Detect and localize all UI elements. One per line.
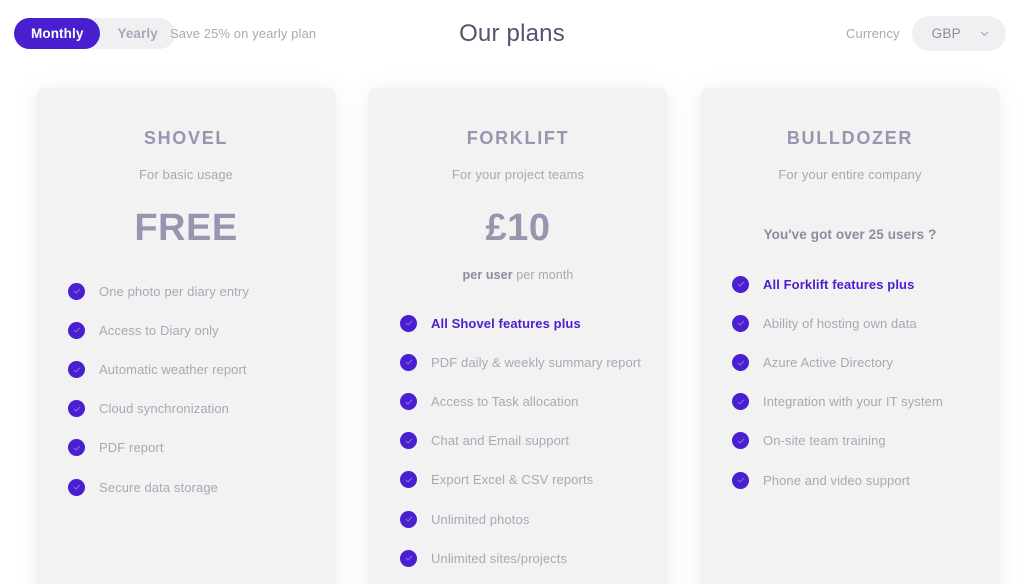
- check-circle-icon: [400, 393, 417, 411]
- plan-card-shovel[interactable]: SHOVEL For basic usage FREE One photo pe…: [36, 88, 336, 584]
- list-item: Integration with your IT system: [722, 392, 978, 412]
- feature-label: Export Excel & CSV reports: [431, 472, 594, 488]
- feature-label: One photo per diary entry: [99, 283, 249, 299]
- check-circle-icon: [400, 471, 417, 489]
- feature-label: Access to Diary only: [99, 322, 219, 338]
- check-circle-icon: [400, 353, 417, 371]
- feature-label: Secure data storage: [99, 479, 218, 495]
- feature-label: All Forklift features plus: [763, 276, 915, 292]
- list-item: All Shovel features plus: [390, 314, 646, 334]
- currency-value: GBP: [931, 26, 961, 41]
- plan-card-forklift[interactable]: FORKLIFT For your project teams £10 per …: [368, 88, 668, 584]
- feature-label: All Shovel features plus: [431, 315, 581, 331]
- check-circle-icon: [400, 314, 417, 332]
- list-item: PDF daily & weekly summary report: [390, 353, 646, 373]
- feature-label: Ability of hosting own data: [763, 315, 917, 331]
- list-item: Access to Task allocation: [390, 392, 646, 412]
- check-circle-icon: [68, 282, 85, 300]
- currency-selector-group: Currency GBP: [846, 16, 1006, 51]
- feature-label: Chat and Email support: [431, 433, 570, 449]
- check-circle-icon: [400, 549, 417, 567]
- plan-price: You've got over 25 users ?: [763, 227, 937, 242]
- feature-label: Unlimited sites/projects: [431, 550, 568, 566]
- check-circle-icon: [732, 354, 749, 372]
- feature-label: Automatic weather report: [99, 362, 247, 378]
- currency-select[interactable]: GBP: [911, 16, 1006, 51]
- list-item: Secure data storage: [58, 478, 314, 498]
- pricing-page: Monthly Yearly Save 25% on yearly plan O…: [0, 0, 1024, 584]
- list-item: One photo per diary entry: [58, 282, 314, 302]
- check-circle-icon: [68, 400, 85, 418]
- list-item: Phone and video support: [722, 471, 978, 491]
- check-circle-icon: [732, 471, 749, 489]
- feature-label: Unlimited photos: [431, 511, 530, 527]
- check-circle-icon: [400, 510, 417, 528]
- feature-label: Cloud synchronization: [99, 401, 230, 417]
- price-unit-period: per month: [516, 267, 574, 282]
- list-item: Access to Diary only: [58, 321, 314, 341]
- list-item: Automatic weather report: [58, 360, 314, 380]
- plan-name: FORKLIFT: [466, 128, 570, 148]
- check-circle-icon: [68, 439, 85, 457]
- plan-tagline: For your project teams: [451, 167, 585, 182]
- plan-name: BULLDOZER: [786, 128, 914, 148]
- plan-tagline: For basic usage: [139, 167, 233, 182]
- list-item: On-site team training: [722, 431, 978, 451]
- list-item: PDF report: [58, 438, 314, 458]
- plan-price-unit: per user per month: [390, 268, 646, 282]
- plan-card-bulldozer[interactable]: BULLDOZER For your entire company You've…: [700, 88, 1000, 584]
- check-circle-icon: [68, 321, 85, 339]
- price-unit-user: per user: [462, 267, 513, 282]
- check-circle-icon: [732, 393, 749, 411]
- list-item: Chat and Email support: [390, 431, 646, 451]
- check-circle-icon: [732, 275, 749, 293]
- plan-tagline: For your entire company: [778, 167, 922, 182]
- check-circle-icon: [68, 478, 85, 496]
- feature-list: One photo per diary entry Access to Diar…: [58, 282, 314, 498]
- chevron-down-icon: [979, 28, 990, 39]
- feature-label: Access to Task allocation: [431, 394, 579, 410]
- check-circle-icon: [732, 432, 749, 450]
- list-item: Ability of hosting own data: [722, 314, 978, 334]
- feature-list: All Shovel features plus PDF daily & wee…: [390, 314, 646, 569]
- check-circle-icon: [732, 314, 749, 332]
- plan-price: FREE: [134, 207, 238, 249]
- plan-price: £10: [485, 207, 551, 249]
- plan-name: SHOVEL: [143, 128, 229, 148]
- feature-label: Integration with your IT system: [763, 394, 943, 410]
- list-item: Cloud synchronization: [58, 399, 314, 419]
- list-item: Export Excel & CSV reports: [390, 470, 646, 490]
- feature-label: PDF report: [99, 440, 164, 456]
- plan-cards: SHOVEL For basic usage FREE One photo pe…: [36, 88, 1000, 584]
- feature-list: All Forklift features plus Ability of ho…: [722, 275, 978, 491]
- currency-label: Currency: [846, 26, 900, 41]
- feature-label: Phone and video support: [763, 472, 910, 488]
- list-item: Unlimited sites/projects: [390, 549, 646, 569]
- list-item: Azure Active Directory: [722, 353, 978, 373]
- feature-label: On-site team training: [763, 433, 886, 449]
- list-item: All Forklift features plus: [722, 275, 978, 295]
- check-circle-icon: [400, 432, 417, 450]
- top-bar: Monthly Yearly Save 25% on yearly plan O…: [0, 0, 1024, 68]
- check-circle-icon: [68, 361, 85, 379]
- feature-label: PDF daily & weekly summary report: [431, 354, 641, 370]
- list-item: Unlimited photos: [390, 510, 646, 530]
- feature-label: Azure Active Directory: [763, 355, 894, 371]
